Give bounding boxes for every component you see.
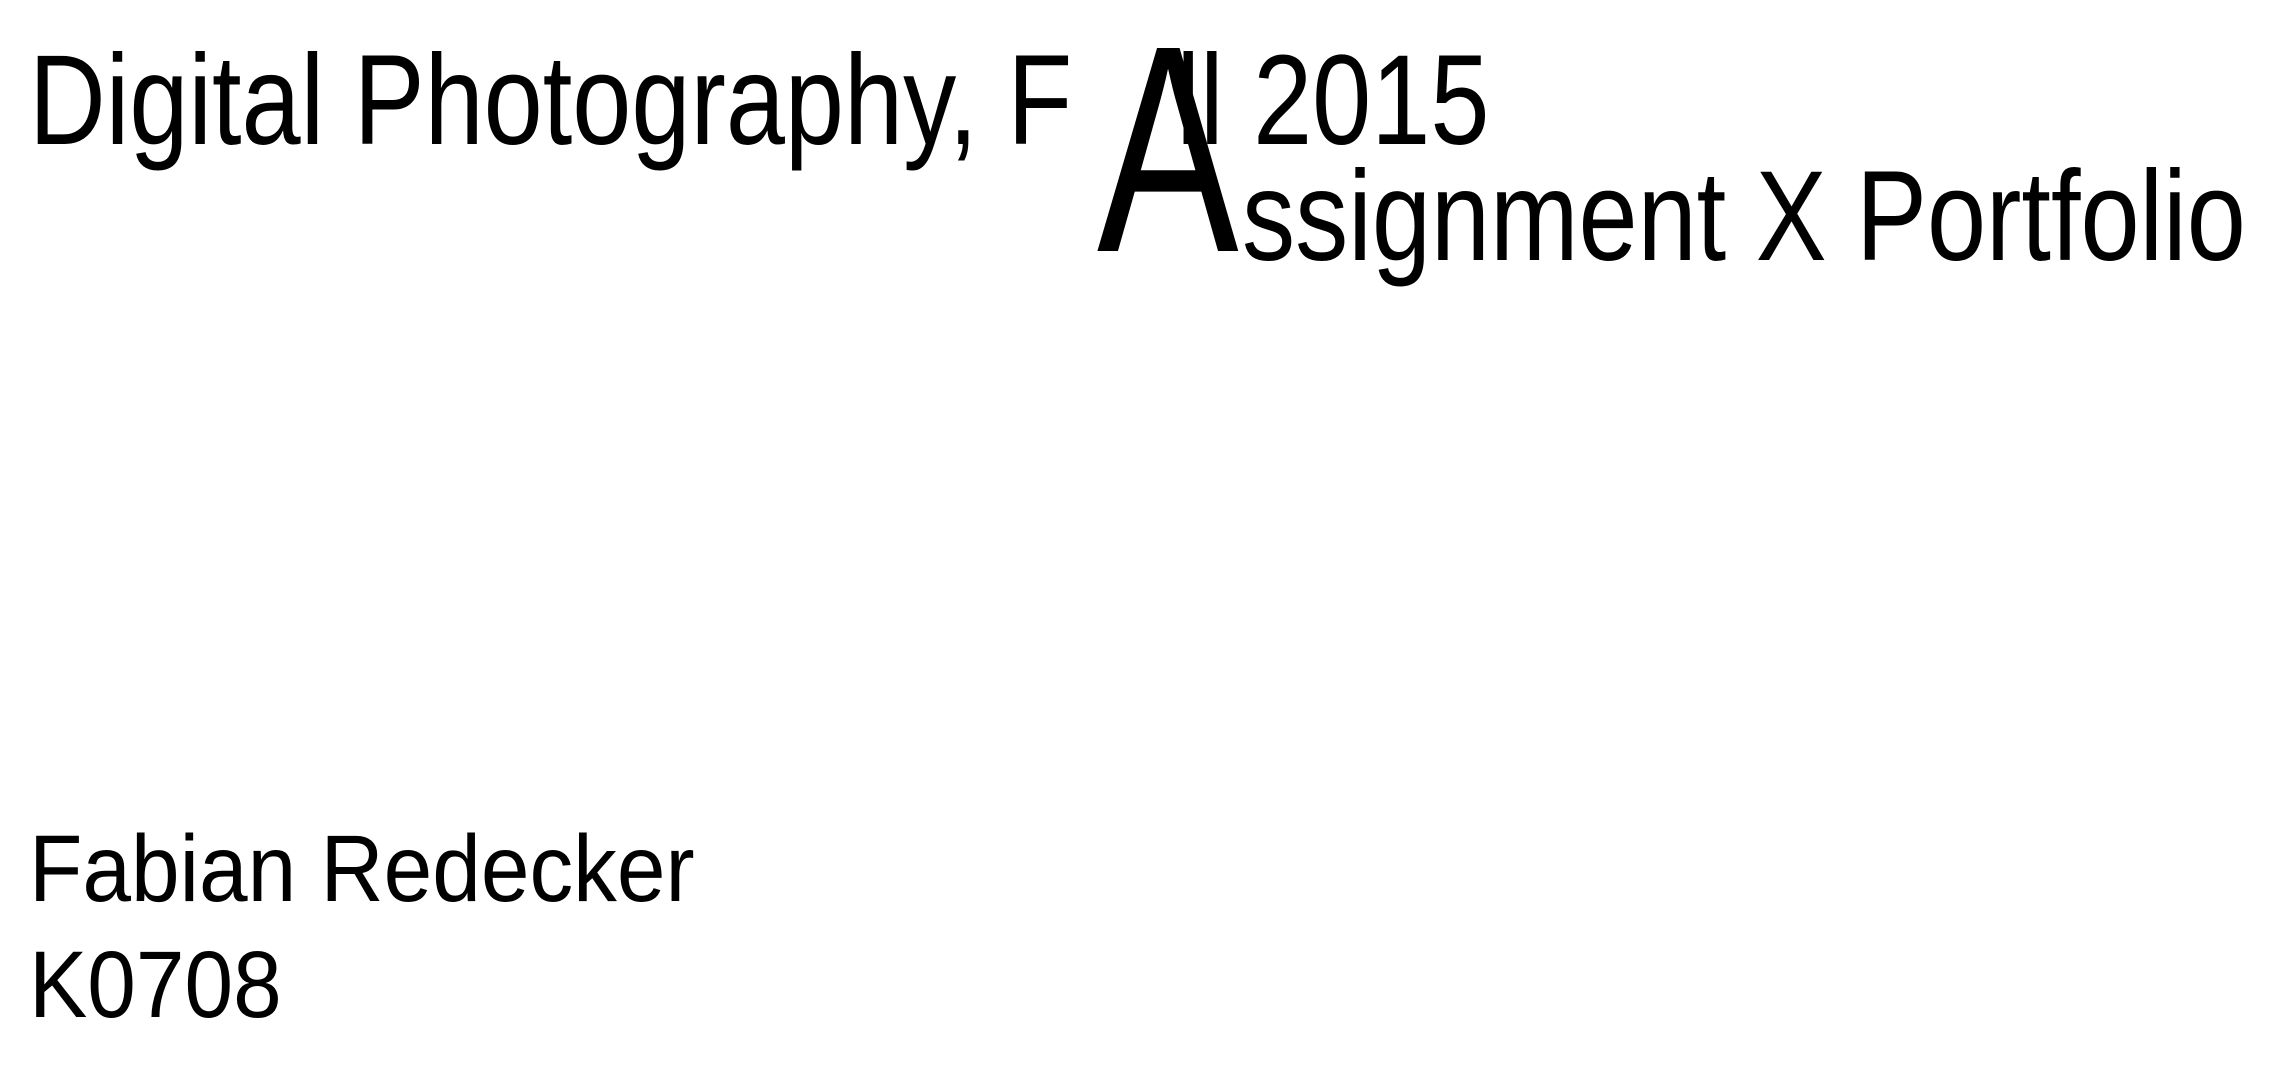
course-title-start: Digital Photography, F [29, 29, 1073, 172]
author-name: Fabian Redecker [29, 816, 695, 922]
assignment-title: ssignment X Portfolio [1242, 145, 2246, 288]
author-id: K0708 [29, 932, 282, 1038]
shared-big-letter: A [1097, 0, 1239, 314]
